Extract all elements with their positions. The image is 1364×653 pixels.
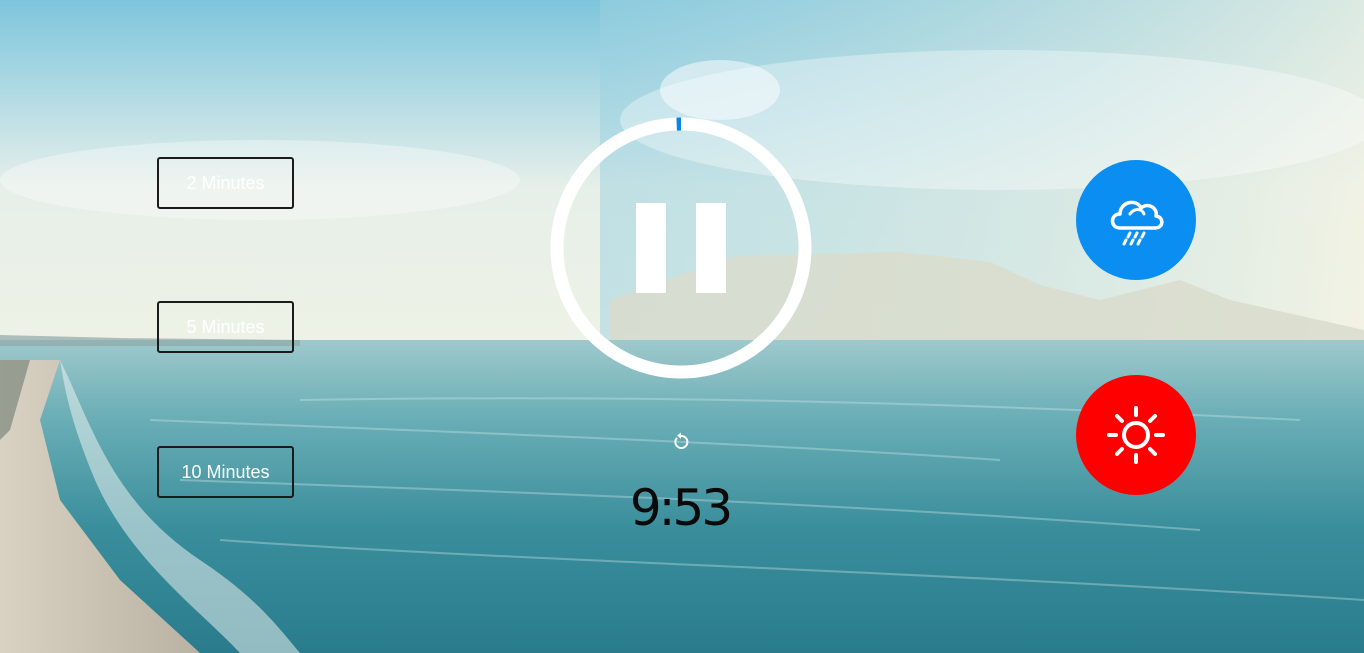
meditation-app: 2 Minutes 5 Minutes 10 Minutes 9:53 [0,0,1364,653]
summer-sound-button[interactable] [1076,375,1196,495]
rain-sound-button[interactable] [1076,160,1196,280]
replay-icon[interactable] [669,430,693,454]
sun-icon [1107,406,1165,464]
2-minutes-button[interactable]: 2 Minutes [157,157,294,209]
play-pause-button[interactable] [550,117,812,379]
5-minutes-button[interactable]: 5 Minutes [157,301,294,353]
progress-track-ring [550,117,812,379]
10-minutes-button[interactable]: 10 Minutes [157,446,294,498]
cloud-rain-icon [1110,200,1164,246]
pause-icon [636,203,726,293]
time-remaining-display: 9:53 [629,479,733,537]
